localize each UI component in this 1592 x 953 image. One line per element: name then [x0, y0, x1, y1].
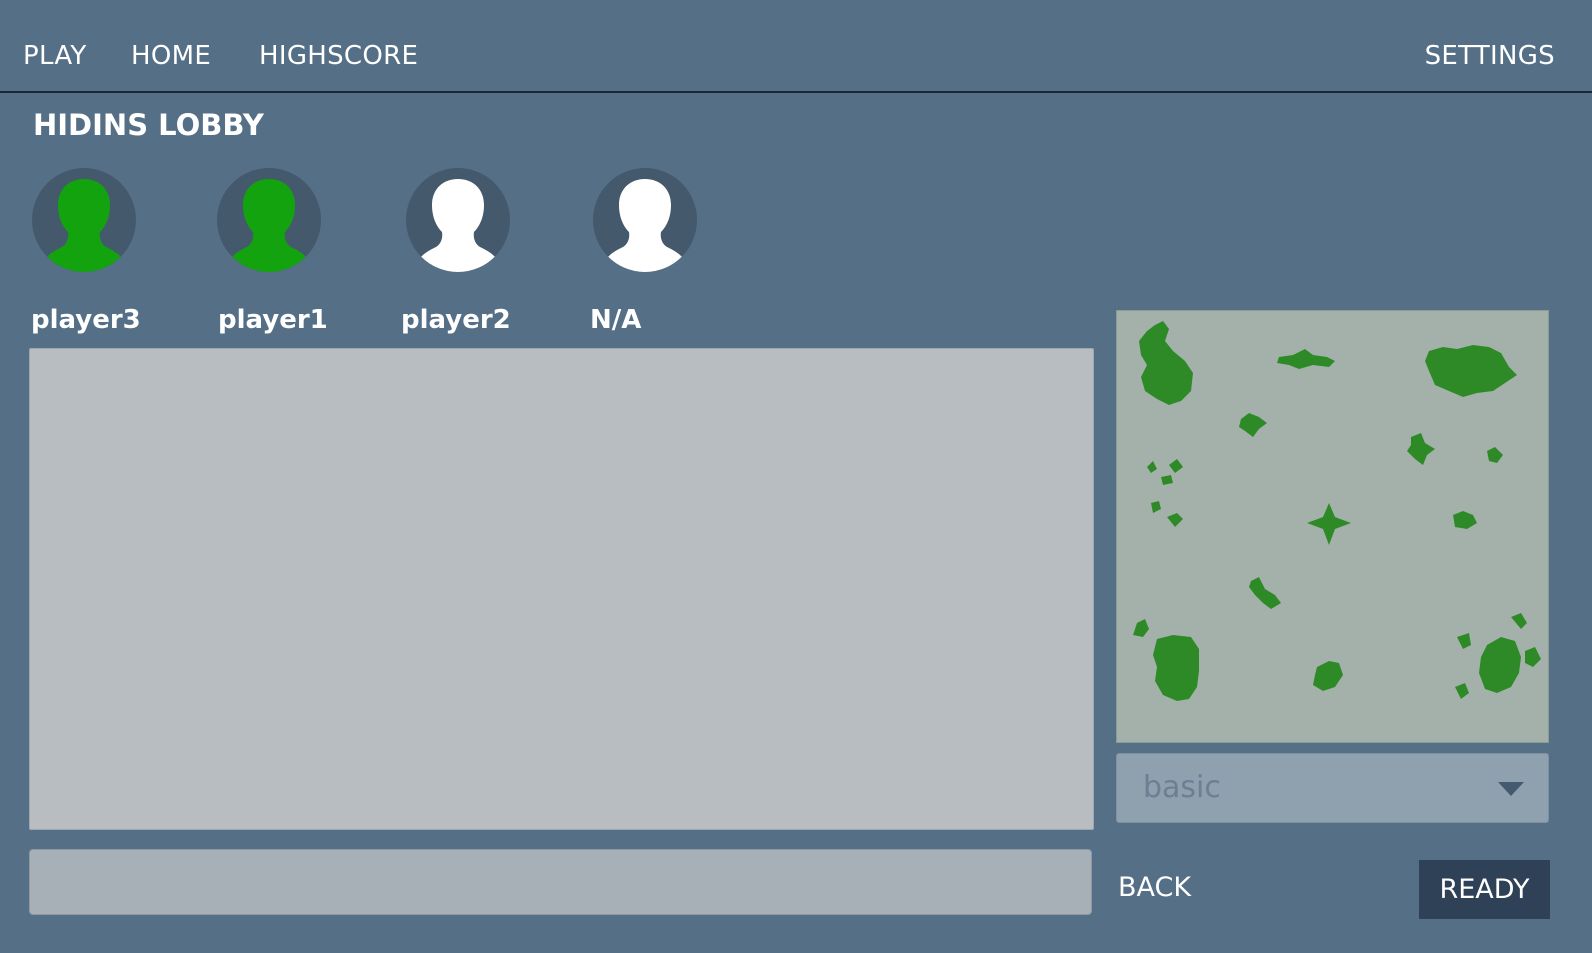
avatar — [406, 168, 510, 272]
player-slot-3 — [406, 168, 510, 272]
nav-home[interactable]: HOME — [131, 41, 211, 71]
player-name: player1 — [218, 305, 328, 335]
map-islands — [1133, 321, 1541, 701]
top-nav-bar: PLAY HOME HIGHSCORE SETTINGS — [0, 0, 1592, 93]
map-select-value: basic — [1143, 770, 1221, 805]
nav-highscore[interactable]: HIGHSCORE — [259, 41, 418, 71]
nav-settings[interactable]: SETTINGS — [1425, 41, 1555, 71]
nav-play[interactable]: PLAY — [23, 41, 87, 71]
island — [1133, 321, 1541, 701]
user-silhouette-icon — [416, 179, 500, 272]
lobby-title: HIDINS LOBBY — [33, 108, 264, 142]
player-slot-2 — [217, 168, 321, 272]
ready-button[interactable]: READY — [1419, 860, 1550, 919]
player-slot-1 — [32, 168, 136, 272]
user-silhouette-icon — [42, 179, 126, 272]
avatar — [217, 168, 321, 272]
avatar — [593, 168, 697, 272]
map-preview — [1116, 310, 1549, 743]
player-name: player3 — [31, 305, 141, 335]
player-name: player2 — [401, 305, 511, 335]
chevron-down-icon — [1498, 782, 1524, 796]
chat-input[interactable] — [29, 849, 1092, 915]
chat-log — [29, 348, 1094, 830]
user-silhouette-icon — [603, 179, 687, 272]
back-button[interactable]: BACK — [1118, 872, 1191, 903]
player-name: N/A — [590, 305, 642, 335]
map-select-dropdown[interactable]: basic — [1116, 753, 1549, 823]
user-silhouette-icon — [227, 179, 311, 272]
player-slot-4 — [593, 168, 697, 272]
avatar — [32, 168, 136, 272]
